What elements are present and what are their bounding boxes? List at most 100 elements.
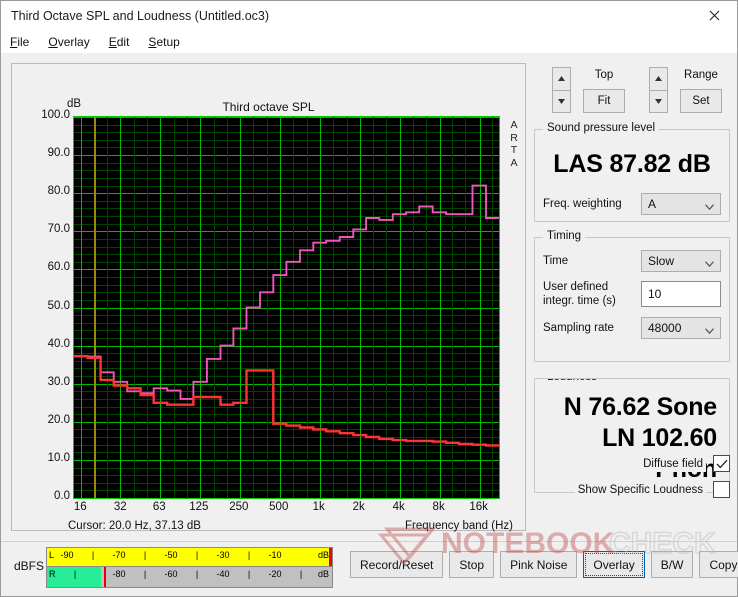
meter-bottom-tick-label: -60 — [164, 569, 178, 579]
menu-item-edit[interactable]: Edit — [109, 35, 130, 49]
diffuse-field-checkbox[interactable] — [713, 455, 730, 472]
x-axis-tick-label: 4k — [392, 501, 405, 513]
time-value: Slow — [648, 254, 675, 268]
meter-top-unit-label: dB — [317, 550, 329, 560]
meter-bottom-tick-label: -20 — [268, 569, 282, 579]
range-set-button[interactable]: Set — [680, 89, 722, 113]
time-select[interactable]: Slow — [641, 250, 721, 272]
record-reset-button[interactable]: Record/Reset — [350, 551, 444, 578]
integration-time-row: User defined integr. time (s) 10 — [543, 280, 721, 308]
menu-item-setup[interactable]: Setup — [148, 35, 179, 49]
chart-panel: Third octave SPL dB 100.0 90.0 80.0 70.0 60.… — [11, 63, 526, 532]
meter-right-peak-indicator — [104, 567, 107, 587]
x-axis-tick-label: 63 — [152, 501, 166, 513]
sampling-rate-select[interactable]: 48000 — [641, 317, 721, 339]
arta-letter: A — [510, 119, 518, 131]
meter-top-tick-label: -30 — [216, 550, 230, 560]
dbfs-label: dBFS — [14, 559, 45, 573]
right-control-column: Top Fit Range Set Sound pressure level L… — [534, 63, 730, 498]
overlay-button[interactable]: Overlay — [583, 551, 645, 578]
top-spinner-down-icon[interactable] — [552, 89, 571, 113]
level-meter-left-channel: L -90 -70 -50 -30 -10 | | | | dB — [47, 548, 332, 567]
chevron-down-icon — [705, 323, 714, 335]
menu-edit-rest: dit — [116, 35, 130, 49]
menu-bar: File Overlay Edit Setup — [1, 31, 737, 53]
arta-letter: R — [510, 131, 518, 144]
close-icon[interactable] — [691, 1, 737, 30]
y-axis-tick-label: 10.0 — [47, 451, 70, 464]
work-area: Third octave SPL dB 100.0 90.0 80.0 70.0 60.… — [1, 53, 737, 541]
range-caption: Range — [684, 69, 718, 81]
series-layer — [74, 184, 499, 447]
y-axis-tick-label: 90.0 — [47, 147, 70, 160]
copy-button[interactable]: Copy — [699, 551, 738, 578]
x-axis-tick-label: 250 — [229, 501, 249, 513]
pink-noise-button[interactable]: Pink Noise — [500, 551, 578, 578]
x-axis-tick-label: 125 — [189, 501, 209, 513]
series-overlay-curve — [74, 184, 499, 400]
freq-weighting-label: Freq. weighting — [543, 198, 622, 210]
y-axis-tick-label: 30.0 — [47, 375, 70, 388]
y-axis-tick-label: 20.0 — [47, 413, 70, 426]
sampling-rate-label: Sampling rate — [543, 322, 614, 334]
loudness-group-legend: Loudness — [543, 379, 601, 383]
chevron-down-icon — [705, 256, 714, 268]
integration-time-label-line2: integr. time (s) — [543, 295, 616, 307]
show-specific-loudness-label: Show Specific Loudness — [574, 481, 706, 498]
show-specific-loudness-checkbox[interactable] — [713, 481, 730, 498]
window-title: Third Octave SPL and Loudness (Untitled.… — [11, 9, 270, 23]
x-axis-tick-label: 1k — [312, 501, 325, 513]
meter-right-pip-inline: | — [73, 569, 77, 579]
freq-weighting-select[interactable]: A — [641, 193, 721, 215]
meter-left-channel-label: L — [49, 550, 55, 560]
menu-item-overlay[interactable]: Overlay — [48, 35, 89, 49]
freq-weighting-value: A — [648, 197, 657, 211]
meter-bottom-unit-label: dB — [317, 569, 329, 579]
menu-overlay-mnemonic: O — [48, 35, 58, 49]
arta-third-octave-spl-window: Third Octave SPL and Loudness (Untitled.… — [0, 0, 738, 597]
x-axis-ticks: 16 32 63 125 250 500 1k 2k 4k 8k 16k — [73, 501, 500, 519]
diffuse-field-label: Diffuse field — [640, 455, 706, 472]
stop-button[interactable]: Stop — [449, 551, 495, 578]
level-meter-right-channel: R | -80 -60 -40 -20 | | | | dB — [47, 567, 332, 587]
x-axis-tick-label: 8k — [432, 501, 445, 513]
range-spinner[interactable] — [649, 67, 668, 113]
menu-file-rest: ile — [17, 35, 30, 49]
top-fit-button[interactable]: Fit — [583, 89, 625, 113]
top-spinner[interactable] — [552, 67, 571, 113]
cursor-readout: Cursor: 20.0 Hz, 37.13 dB — [68, 520, 201, 532]
meter-top-pip: | — [195, 550, 199, 560]
range-spinner-down-icon[interactable] — [649, 89, 668, 113]
top-spinner-up-icon[interactable] — [552, 67, 571, 90]
sampling-rate-row: Sampling rate 48000 — [543, 317, 721, 339]
chevron-down-icon — [705, 199, 714, 211]
freq-weighting-row: Freq. weighting A — [543, 193, 721, 215]
x-axis-tick-label: 16 — [73, 501, 87, 513]
x-axis-tick-label: 2k — [352, 501, 365, 513]
diffuse-field-row: Diffuse field — [534, 455, 730, 472]
meter-bottom-pip: | — [299, 569, 303, 579]
meter-bottom-pip: | — [195, 569, 199, 579]
level-meter[interactable]: L -90 -70 -50 -30 -10 | | | | dB R | -80 -60 -40 -20 | | |… — [46, 547, 333, 588]
meter-top-pip: | — [247, 550, 251, 560]
y-axis-tick-label: 80.0 — [47, 185, 70, 198]
meter-bottom-pip: | — [247, 569, 251, 579]
meter-top-tick-label: -70 — [112, 550, 126, 560]
arta-watermark-label: ARTA — [506, 119, 522, 169]
b-w-button[interactable]: B/W — [650, 551, 694, 578]
meter-bottom-tick-label: -80 — [112, 569, 126, 579]
meter-top-tick-label: -50 — [164, 550, 178, 560]
x-axis-tick-label: 16k — [469, 501, 488, 513]
timing-group-legend: Timing — [543, 230, 586, 242]
arta-letter: A — [510, 156, 518, 169]
meter-right-channel-label: R — [49, 569, 56, 579]
time-label: Time — [543, 255, 569, 267]
menu-setup-rest: etup — [156, 35, 180, 49]
plot-area[interactable] — [73, 116, 500, 499]
meter-top-tick-label: -10 — [268, 550, 282, 560]
integration-time-input[interactable]: 10 — [641, 281, 721, 307]
range-spinner-up-icon[interactable] — [649, 67, 668, 90]
menu-overlay-rest: verlay — [57, 35, 90, 49]
spl-value: LAS 87.82 dB — [553, 150, 711, 178]
menu-item-file[interactable]: File — [10, 35, 29, 49]
